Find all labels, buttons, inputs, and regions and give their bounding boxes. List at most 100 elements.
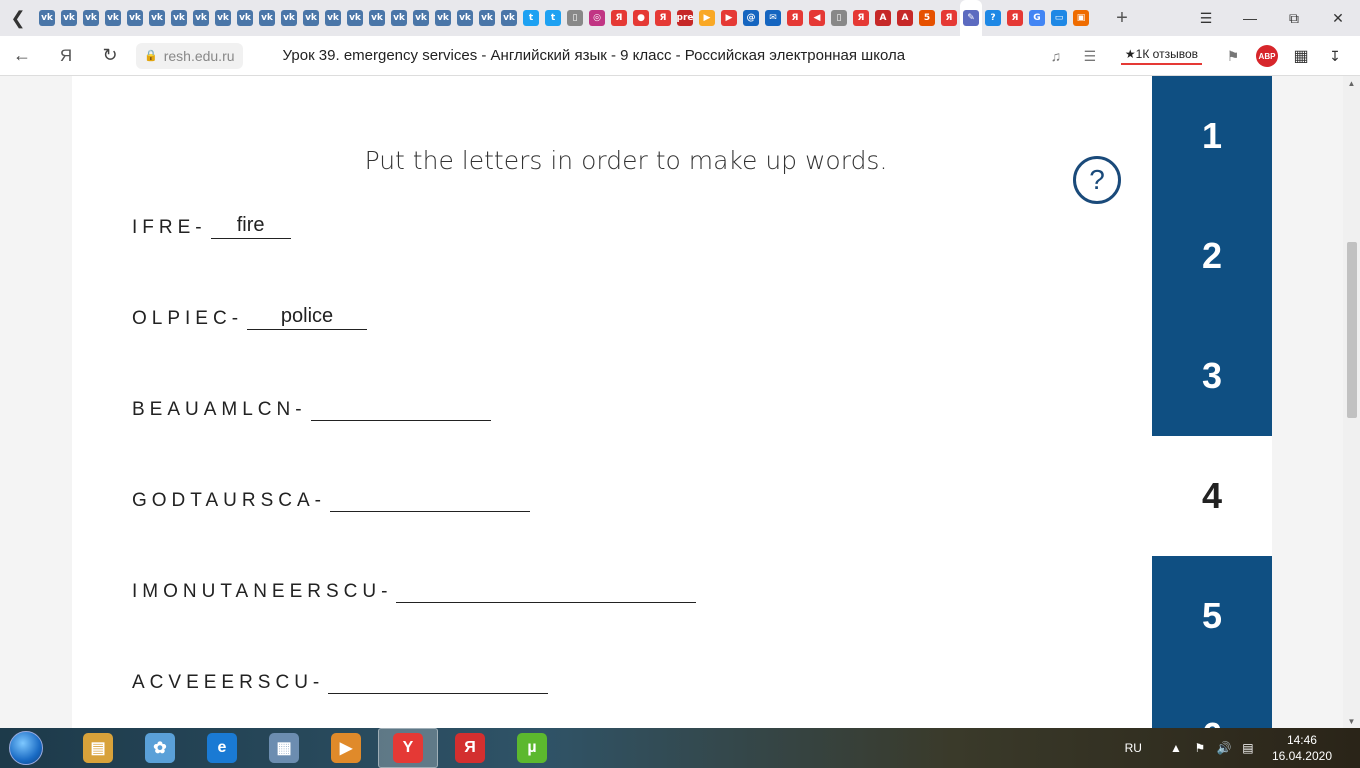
translate-icon[interactable]: ▦ (1284, 36, 1318, 76)
headphones-icon[interactable]: ♫ (1039, 36, 1073, 76)
browser-tab[interactable]: Я (784, 0, 806, 36)
browser-tab[interactable]: ◎ (586, 0, 608, 36)
browser-tab[interactable]: vk (58, 0, 80, 36)
reader-mode-icon[interactable]: ☰ (1073, 36, 1107, 76)
browser-tab[interactable]: vk (432, 0, 454, 36)
answer-input[interactable]: fire (210, 211, 291, 239)
minimize-button[interactable]: — (1228, 0, 1272, 36)
browser-tab[interactable]: ? (982, 0, 1004, 36)
browser-tab[interactable]: Я (652, 0, 674, 36)
answer-input[interactable] (328, 666, 549, 694)
browser-tab[interactable]: ▣ (1070, 0, 1092, 36)
browser-tab[interactable]: Я (608, 0, 630, 36)
menu-icon[interactable]: ☰ (1184, 0, 1228, 36)
taskbar-app-internet-explorer[interactable]: e (192, 728, 252, 768)
browser-tab[interactable]: t (542, 0, 564, 36)
reviews-badge[interactable]: ★1К отзывов (1120, 47, 1202, 65)
browser-tab[interactable]: A (894, 0, 916, 36)
answer-input[interactable] (329, 484, 530, 512)
browser-tab[interactable]: vk (454, 0, 476, 36)
tabs-scroll-left-button[interactable]: ❮ (0, 0, 36, 36)
adblock-icon[interactable]: ABP (1250, 36, 1284, 76)
close-button[interactable]: ✕ (1316, 0, 1360, 36)
taskbar-app-utorrent[interactable]: µ (502, 728, 562, 768)
browser-tab[interactable]: vk (366, 0, 388, 36)
task-row-1: IFRE- fire (132, 211, 291, 239)
browser-tab[interactable]: vk (234, 0, 256, 36)
taskbar-app-media-player[interactable]: ▶ (316, 728, 376, 768)
start-button[interactable] (0, 728, 52, 768)
browser-tab[interactable]: vk (476, 0, 498, 36)
browser-tab[interactable]: ✎ (960, 0, 982, 36)
browser-tab[interactable]: Я (850, 0, 872, 36)
browser-tab[interactable]: ▭ (1048, 0, 1070, 36)
network-icon[interactable]: ▤ (1236, 741, 1260, 755)
browser-tab[interactable]: t (520, 0, 542, 36)
browser-tab[interactable]: Я (1004, 0, 1026, 36)
url-field[interactable]: 🔒 resh.edu.ru (136, 42, 243, 69)
volume-icon[interactable]: 🔊 (1212, 741, 1236, 755)
browser-tab[interactable]: vk (344, 0, 366, 36)
browser-tab[interactable]: Я (938, 0, 960, 36)
browser-tab[interactable]: vk (212, 0, 234, 36)
tray-expand-icon[interactable]: ▲ (1164, 741, 1188, 755)
reload-button[interactable]: ↻ (88, 36, 132, 76)
scroll-down-arrow-icon[interactable]: ▼ (1343, 714, 1360, 728)
browser-tab[interactable]: @ (740, 0, 762, 36)
scroll-up-arrow-icon[interactable]: ▲ (1343, 76, 1360, 90)
task-number-1[interactable]: 1 (1152, 76, 1272, 196)
scrollbar-thumb[interactable] (1347, 242, 1357, 418)
taskbar-app-paint[interactable]: ✿ (130, 728, 190, 768)
browser-tab[interactable]: G (1026, 0, 1048, 36)
browser-tab[interactable]: vk (410, 0, 432, 36)
browser-tab[interactable]: vk (278, 0, 300, 36)
browser-tab[interactable]: vk (146, 0, 168, 36)
browser-tab[interactable]: vk (388, 0, 410, 36)
yandex-home-button[interactable]: Я (44, 36, 88, 76)
answer-input[interactable] (310, 393, 491, 421)
browser-tab[interactable]: ● (630, 0, 652, 36)
browser-tab[interactable]: vk (80, 0, 102, 36)
browser-tab[interactable]: vk (36, 0, 58, 36)
browser-tab[interactable]: ▯ (564, 0, 586, 36)
download-icon[interactable]: ↧ (1318, 36, 1352, 76)
browser-tab[interactable]: ▶ (696, 0, 718, 36)
answer-input[interactable] (396, 575, 697, 603)
taskbar-app-yandex[interactable]: Я (440, 728, 500, 768)
browser-tab[interactable]: vk (498, 0, 520, 36)
new-tab-button[interactable]: + (1104, 0, 1140, 36)
browser-tab[interactable]: 5 (916, 0, 938, 36)
browser-tab[interactable]: ✉ (762, 0, 784, 36)
help-button[interactable]: ? (1073, 156, 1121, 204)
browser-tab[interactable]: ▯ (828, 0, 850, 36)
task-number-6[interactable]: 6 (1152, 676, 1272, 728)
task-number-3[interactable]: 3 (1152, 316, 1272, 436)
back-button[interactable]: ← (0, 36, 44, 76)
browser-tab[interactable]: pre (674, 0, 696, 36)
browser-tab[interactable]: vk (102, 0, 124, 36)
bookmark-icon[interactable]: ⚑ (1216, 36, 1250, 76)
browser-tab[interactable]: vk (190, 0, 212, 36)
taskbar-app-explorer[interactable]: ▤ (68, 728, 128, 768)
explorer-icon: ▤ (83, 733, 113, 763)
clock[interactable]: 14:46 16.04.2020 (1272, 732, 1332, 764)
browser-tab[interactable]: ◀ (806, 0, 828, 36)
browser-tab[interactable]: A (872, 0, 894, 36)
browser-tab[interactable]: vk (300, 0, 322, 36)
task-number-2[interactable]: 2 (1152, 196, 1272, 316)
page-scrollbar[interactable]: ▲ ▼ (1343, 76, 1360, 728)
taskbar-app-yandex-browser[interactable]: Y (378, 728, 438, 768)
task-number-4[interactable]: 4 (1152, 436, 1272, 556)
browser-tab[interactable]: ▶ (718, 0, 740, 36)
taskbar-app-calculator[interactable]: ▦ (254, 728, 314, 768)
language-indicator[interactable]: RU (1125, 741, 1142, 755)
browser-tab[interactable]: vk (256, 0, 278, 36)
restore-button[interactable]: ⧉ (1272, 0, 1316, 36)
browser-tab[interactable]: vk (124, 0, 146, 36)
vk-icon: vk (127, 10, 143, 26)
answer-input[interactable]: police (247, 302, 368, 330)
browser-tab[interactable]: vk (322, 0, 344, 36)
browser-tab[interactable]: vk (168, 0, 190, 36)
flag-icon[interactable]: ⚑ (1188, 741, 1212, 755)
task-number-5[interactable]: 5 (1152, 556, 1272, 676)
